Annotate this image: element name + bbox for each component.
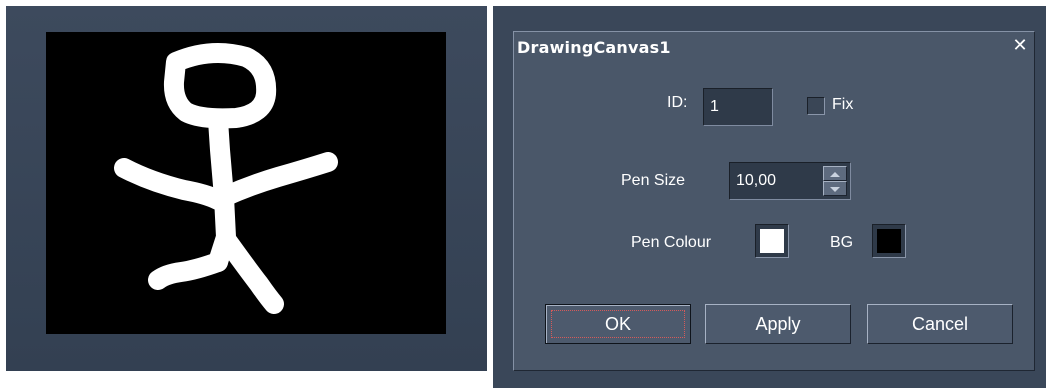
spin-up-button[interactable] bbox=[823, 166, 847, 181]
drawing-canvas[interactable] bbox=[46, 32, 446, 334]
spin-down-button[interactable] bbox=[823, 181, 847, 196]
fix-checkbox[interactable] bbox=[807, 97, 825, 115]
bg-colour-fill bbox=[877, 229, 901, 253]
apply-button-label: Apply bbox=[755, 314, 801, 334]
pen-size-value: 10,00 bbox=[736, 172, 777, 189]
figure-head bbox=[163, 43, 277, 129]
pen-size-label: Pen Size bbox=[621, 172, 686, 189]
dialog-title: DrawingCanvas1 bbox=[517, 38, 671, 57]
chevron-down-icon bbox=[830, 187, 840, 192]
canvas-panel bbox=[6, 6, 487, 371]
chevron-up-icon bbox=[830, 172, 840, 177]
figure-right-leg bbox=[218, 232, 284, 314]
ok-button-label: OK bbox=[604, 314, 631, 334]
id-label: ID: bbox=[667, 94, 688, 111]
drawing-canvas-dialog: DrawingCanvas1 ✕ ID: 1 Fix Pen Size 10,0… bbox=[493, 6, 1046, 388]
pen-size-input[interactable]: 10,00 bbox=[729, 162, 851, 200]
pen-colour-fill bbox=[760, 229, 784, 253]
bg-label: BG bbox=[830, 234, 854, 251]
fix-label: Fix bbox=[832, 96, 854, 113]
id-input[interactable]: 1 bbox=[703, 88, 773, 126]
screen: DrawingCanvas1 ✕ ID: 1 Fix Pen Size 10,0… bbox=[0, 0, 1049, 391]
title-bar[interactable]: DrawingCanvas1 ✕ bbox=[513, 36, 1035, 60]
pen-size-spinner bbox=[823, 166, 847, 196]
figure-right-arm bbox=[214, 152, 338, 207]
close-icon[interactable]: ✕ bbox=[1011, 36, 1029, 56]
cancel-button-label: Cancel bbox=[911, 314, 969, 334]
apply-button[interactable]: Apply bbox=[705, 304, 851, 344]
bg-colour-swatch[interactable] bbox=[872, 224, 906, 258]
figure-left-arm bbox=[114, 158, 228, 210]
cancel-button[interactable]: Cancel bbox=[867, 304, 1013, 344]
figure-left-leg bbox=[148, 252, 228, 290]
pen-colour-label: Pen Colour bbox=[631, 234, 712, 251]
ok-button[interactable]: OK bbox=[545, 304, 691, 344]
stick-figure-drawing bbox=[114, 43, 338, 314]
pen-colour-swatch[interactable] bbox=[755, 224, 789, 258]
dialog-content: ID: 1 Fix Pen Size 10,00 Pen Colour BG O… bbox=[513, 64, 1035, 370]
